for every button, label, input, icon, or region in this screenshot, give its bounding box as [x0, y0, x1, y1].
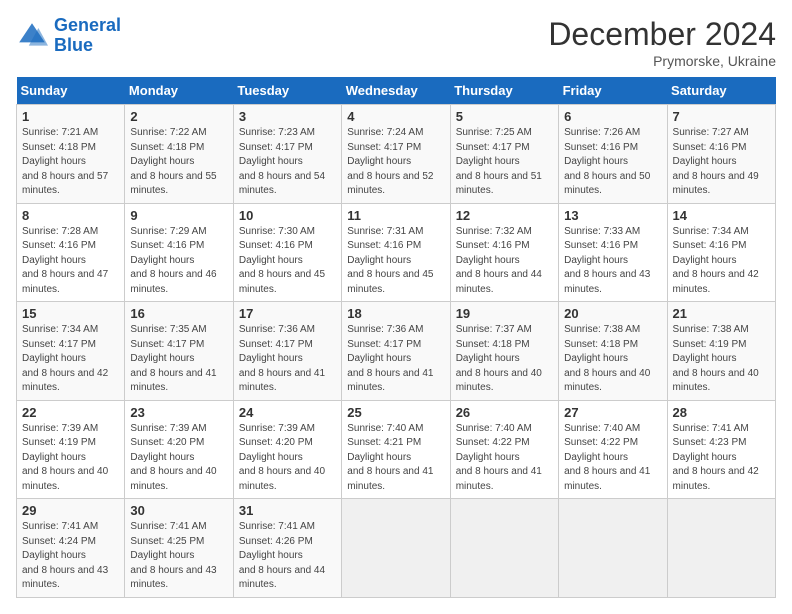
logo-icon	[16, 20, 48, 52]
calendar-day-10: 10Sunrise: 7:30 AMSunset: 4:16 PMDayligh…	[233, 203, 341, 302]
calendar-day-4: 4Sunrise: 7:24 AMSunset: 4:17 PMDaylight…	[342, 105, 450, 204]
calendar-day-29: 29Sunrise: 7:41 AMSunset: 4:24 PMDayligh…	[17, 499, 125, 598]
calendar-day-13: 13Sunrise: 7:33 AMSunset: 4:16 PMDayligh…	[559, 203, 667, 302]
logo-text: General Blue	[54, 16, 121, 56]
column-header-tuesday: Tuesday	[233, 77, 341, 105]
empty-day	[342, 499, 450, 598]
calendar-day-9: 9Sunrise: 7:29 AMSunset: 4:16 PMDaylight…	[125, 203, 233, 302]
column-header-monday: Monday	[125, 77, 233, 105]
title-block: December 2024 Prymorske, Ukraine	[548, 16, 776, 69]
calendar-day-5: 5Sunrise: 7:25 AMSunset: 4:17 PMDaylight…	[450, 105, 558, 204]
calendar-day-22: 22Sunrise: 7:39 AMSunset: 4:19 PMDayligh…	[17, 400, 125, 499]
calendar-day-27: 27Sunrise: 7:40 AMSunset: 4:22 PMDayligh…	[559, 400, 667, 499]
calendar-day-23: 23Sunrise: 7:39 AMSunset: 4:20 PMDayligh…	[125, 400, 233, 499]
calendar-day-25: 25Sunrise: 7:40 AMSunset: 4:21 PMDayligh…	[342, 400, 450, 499]
calendar-day-14: 14Sunrise: 7:34 AMSunset: 4:16 PMDayligh…	[667, 203, 775, 302]
calendar-day-7: 7Sunrise: 7:27 AMSunset: 4:16 PMDaylight…	[667, 105, 775, 204]
calendar-day-17: 17Sunrise: 7:36 AMSunset: 4:17 PMDayligh…	[233, 302, 341, 401]
empty-day	[667, 499, 775, 598]
empty-day	[559, 499, 667, 598]
column-header-thursday: Thursday	[450, 77, 558, 105]
calendar-subtitle: Prymorske, Ukraine	[548, 53, 776, 69]
days-header-row: SundayMondayTuesdayWednesdayThursdayFrid…	[17, 77, 776, 105]
week-row: 8Sunrise: 7:28 AMSunset: 4:16 PMDaylight…	[17, 203, 776, 302]
calendar-day-16: 16Sunrise: 7:35 AMSunset: 4:17 PMDayligh…	[125, 302, 233, 401]
calendar-day-21: 21Sunrise: 7:38 AMSunset: 4:19 PMDayligh…	[667, 302, 775, 401]
calendar-day-11: 11Sunrise: 7:31 AMSunset: 4:16 PMDayligh…	[342, 203, 450, 302]
calendar-day-1: 1Sunrise: 7:21 AMSunset: 4:18 PMDaylight…	[17, 105, 125, 204]
calendar-day-8: 8Sunrise: 7:28 AMSunset: 4:16 PMDaylight…	[17, 203, 125, 302]
page-header: General Blue December 2024 Prymorske, Uk…	[16, 16, 776, 69]
calendar-day-26: 26Sunrise: 7:40 AMSunset: 4:22 PMDayligh…	[450, 400, 558, 499]
calendar-day-18: 18Sunrise: 7:36 AMSunset: 4:17 PMDayligh…	[342, 302, 450, 401]
empty-day	[450, 499, 558, 598]
calendar-day-19: 19Sunrise: 7:37 AMSunset: 4:18 PMDayligh…	[450, 302, 558, 401]
calendar-day-2: 2Sunrise: 7:22 AMSunset: 4:18 PMDaylight…	[125, 105, 233, 204]
calendar-day-6: 6Sunrise: 7:26 AMSunset: 4:16 PMDaylight…	[559, 105, 667, 204]
calendar-day-12: 12Sunrise: 7:32 AMSunset: 4:16 PMDayligh…	[450, 203, 558, 302]
week-row: 22Sunrise: 7:39 AMSunset: 4:19 PMDayligh…	[17, 400, 776, 499]
calendar-day-24: 24Sunrise: 7:39 AMSunset: 4:20 PMDayligh…	[233, 400, 341, 499]
logo: General Blue	[16, 16, 121, 56]
calendar-day-28: 28Sunrise: 7:41 AMSunset: 4:23 PMDayligh…	[667, 400, 775, 499]
week-row: 29Sunrise: 7:41 AMSunset: 4:24 PMDayligh…	[17, 499, 776, 598]
column-header-wednesday: Wednesday	[342, 77, 450, 105]
calendar-day-15: 15Sunrise: 7:34 AMSunset: 4:17 PMDayligh…	[17, 302, 125, 401]
logo-line2: Blue	[54, 35, 93, 55]
calendar-day-20: 20Sunrise: 7:38 AMSunset: 4:18 PMDayligh…	[559, 302, 667, 401]
week-row: 15Sunrise: 7:34 AMSunset: 4:17 PMDayligh…	[17, 302, 776, 401]
column-header-sunday: Sunday	[17, 77, 125, 105]
calendar-day-3: 3Sunrise: 7:23 AMSunset: 4:17 PMDaylight…	[233, 105, 341, 204]
calendar-title: December 2024	[548, 16, 776, 53]
column-header-saturday: Saturday	[667, 77, 775, 105]
logo-line1: General	[54, 15, 121, 35]
calendar-day-31: 31Sunrise: 7:41 AMSunset: 4:26 PMDayligh…	[233, 499, 341, 598]
calendar-day-30: 30Sunrise: 7:41 AMSunset: 4:25 PMDayligh…	[125, 499, 233, 598]
week-row: 1Sunrise: 7:21 AMSunset: 4:18 PMDaylight…	[17, 105, 776, 204]
column-header-friday: Friday	[559, 77, 667, 105]
calendar-table: SundayMondayTuesdayWednesdayThursdayFrid…	[16, 77, 776, 598]
